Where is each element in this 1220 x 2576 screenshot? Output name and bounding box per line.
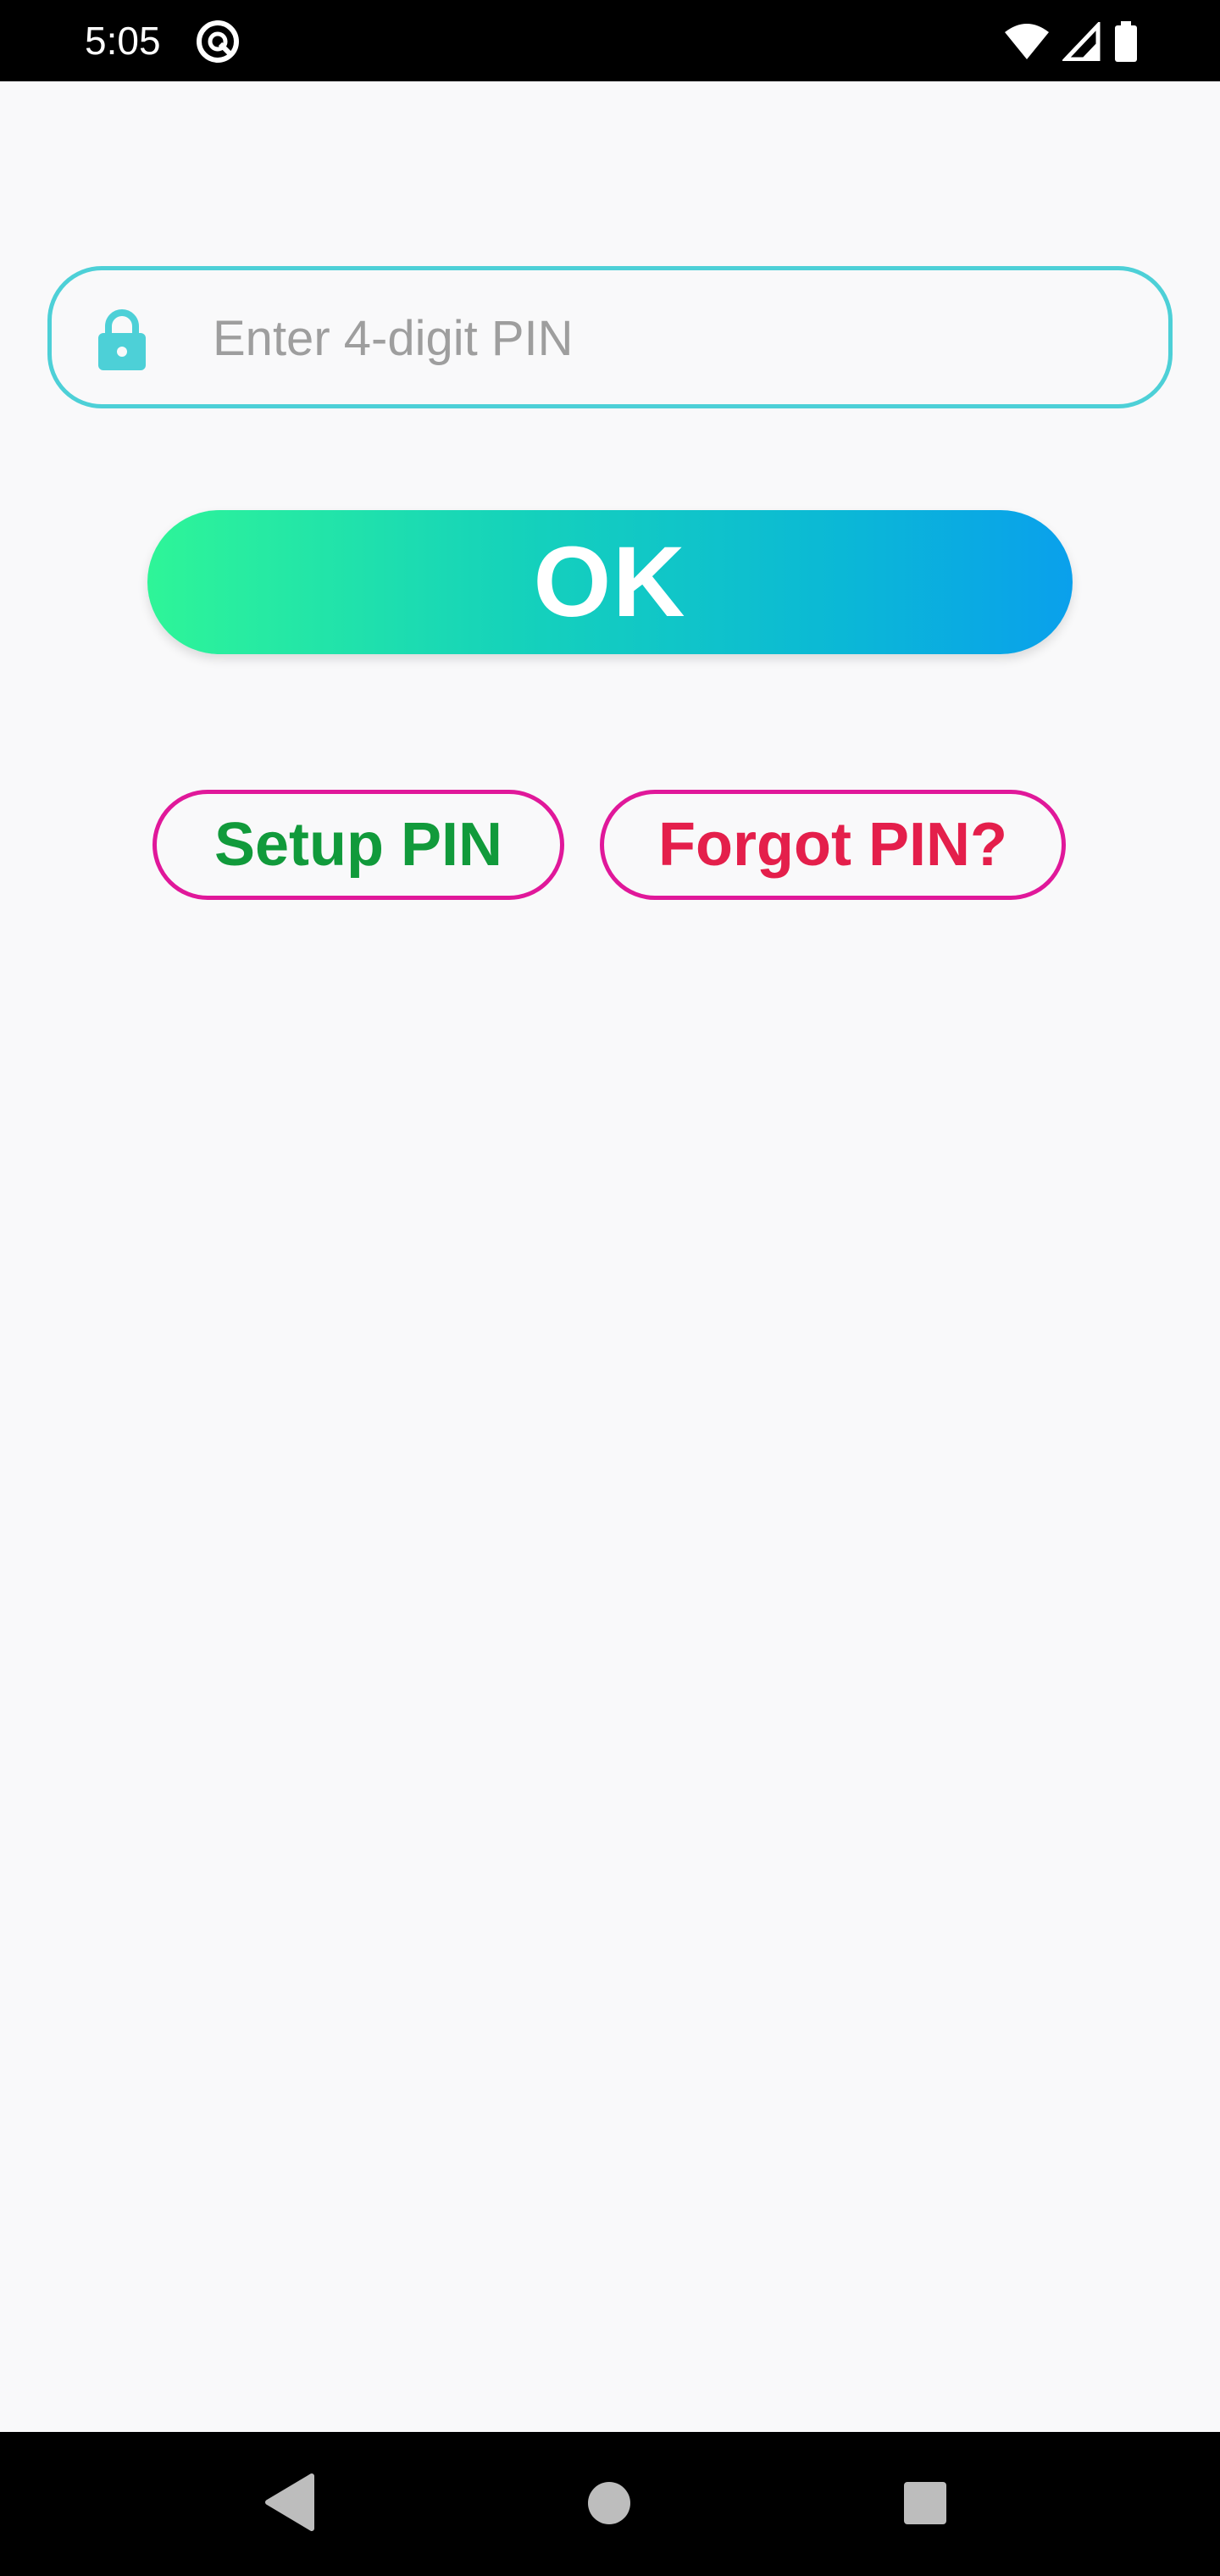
status-icons (1003, 20, 1139, 63)
lock-icon (98, 309, 146, 370)
setup-pin-button[interactable]: Setup PIN (152, 790, 564, 900)
wifi-icon (1005, 24, 1049, 59)
forgot-pin-button[interactable]: Forgot PIN? (600, 790, 1066, 900)
pin-screen: 5:05 OK (0, 0, 1220, 2576)
recents-icon[interactable] (903, 2481, 947, 2525)
setup-pin-label: Setup PIN (214, 811, 503, 879)
status-bar: 5:05 (0, 0, 1220, 81)
back-icon[interactable] (263, 2473, 315, 2532)
navigation-bar (0, 2432, 1220, 2576)
ok-button[interactable]: OK (147, 510, 1073, 654)
pin-field[interactable] (47, 266, 1173, 408)
ok-button-label: OK (533, 526, 687, 638)
status-time: 5:05 (85, 19, 161, 63)
cell-signal-icon (1062, 22, 1101, 61)
pin-input[interactable] (213, 287, 1145, 389)
forgot-pin-label: Forgot PIN? (658, 811, 1007, 879)
app-notification-icon (197, 20, 239, 63)
battery-icon (1115, 21, 1137, 62)
home-icon[interactable] (587, 2481, 631, 2525)
